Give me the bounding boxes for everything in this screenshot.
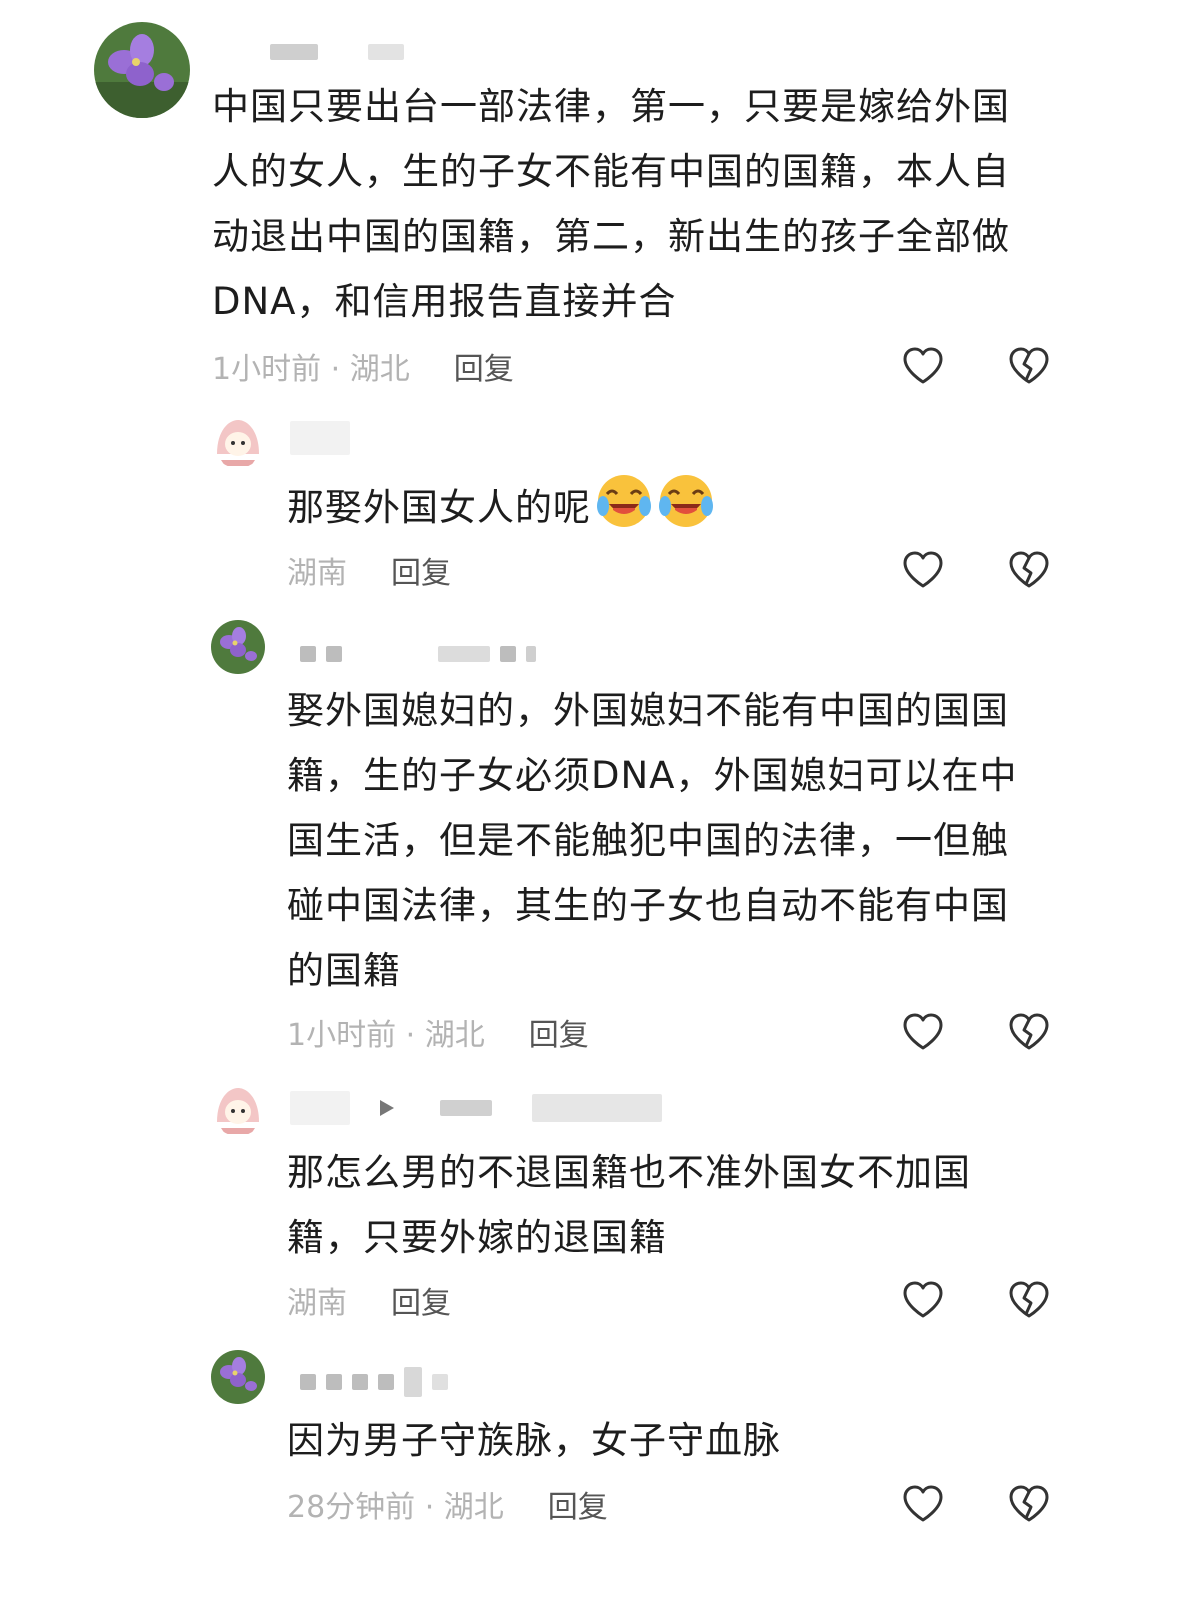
comment-line: 那娶外国女人的呢 <box>287 486 591 529</box>
broken-heart-icon[interactable] <box>1007 344 1051 388</box>
comment-meta: 1小时前 · 湖北 回复 <box>287 1010 589 1054</box>
comment-line: 碰中国法律，其生的子女也自动不能有中国 <box>287 884 1009 927</box>
tears-of-joy-emoji-icon <box>659 475 713 527</box>
anime-avatar-icon <box>211 1082 265 1136</box>
username-redacted[interactable] <box>290 421 350 455</box>
comment-line: 籍，只要外嫁的退国籍 <box>287 1216 667 1259</box>
comment-text: 因为男子守族脉，女子守血脉 <box>287 1408 1047 1473</box>
reply-button[interactable]: 回复 <box>391 1278 451 1322</box>
username-redacted[interactable] <box>300 1367 448 1397</box>
timestamp-location: 1小时前 · 湖北 <box>287 1018 485 1053</box>
reply-button[interactable]: 回复 <box>391 548 451 592</box>
comment-meta: 1小时前 · 湖北 回复 <box>212 344 514 388</box>
flower-avatar-icon <box>211 620 265 674</box>
avatar-anime[interactable] <box>211 414 265 468</box>
comment-line: 中国只要出台一部法律，第一，只要是嫁给外国 <box>212 85 1010 128</box>
comment-line: 动退出中国的国籍，第二，新出生的孩子全部做 <box>212 215 1010 258</box>
timestamp-location: 1小时前 · 湖北 <box>212 352 410 387</box>
comment-line: 人的女人，生的子女不能有中国的国籍，本人自 <box>212 150 1010 193</box>
reply-button[interactable]: 回复 <box>454 344 514 388</box>
avatar-flower[interactable] <box>211 1350 265 1404</box>
comment-line: 的国籍 <box>287 949 401 992</box>
location: 湖南 <box>287 1286 347 1321</box>
reply-4: 因为男子守族脉，女子守血脉 28分钟前 · 湖北 回复 <box>0 1340 1178 1607</box>
reply-button[interactable]: 回复 <box>548 1482 608 1526</box>
flower-avatar-icon <box>94 22 190 118</box>
comment-line: 国生活，但是不能触犯中国的法律，一但触 <box>287 819 1009 862</box>
broken-heart-icon[interactable] <box>1007 548 1051 592</box>
username-redacted[interactable] <box>290 1091 662 1125</box>
comment-meta: 湖南 回复 <box>287 1278 451 1322</box>
reply-2: 娶外国媳妇的，外国媳妇不能有中国的国国 籍，生的子女必须DNA，外国媳妇可以在中… <box>0 610 1178 1070</box>
timestamp-location: 28分钟前 · 湖北 <box>287 1490 504 1525</box>
comment-line: 娶外国媳妇的，外国媳妇不能有中国的国国 <box>287 689 1009 732</box>
comment-line: DNA，和信用报告直接并合 <box>212 280 677 323</box>
comment-text: 那娶外国女人的呢 <box>287 472 1047 540</box>
heart-outline-icon[interactable] <box>901 1010 945 1054</box>
heart-outline-icon[interactable] <box>901 548 945 592</box>
reply-3: 那怎么男的不退国籍也不准外国女不加国 籍，只要外嫁的退国籍 湖南 回复 <box>0 1070 1178 1340</box>
comment-line: 籍，生的子女必须DNA，外国媳妇可以在中 <box>287 754 1018 797</box>
username-redacted[interactable] <box>300 642 536 666</box>
comment-meta: 湖南 回复 <box>287 548 451 592</box>
comment-1: 中国只要出台一部法律，第一，只要是嫁给外国 人的女人，生的子女不能有中国的国籍，… <box>0 0 1178 400</box>
heart-outline-icon[interactable] <box>901 344 945 388</box>
comment-line: 因为男子守族脉，女子守血脉 <box>287 1419 781 1462</box>
avatar-flower[interactable] <box>211 620 265 674</box>
comment-text: 中国只要出台一部法律，第一，只要是嫁给外国 人的女人，生的子女不能有中国的国籍，… <box>212 74 1052 334</box>
reply-1: 那娶外国女人的呢 湖南 回复 <box>0 400 1178 610</box>
comment-text: 娶外国媳妇的，外国媳妇不能有中国的国国 籍，生的子女必须DNA，外国媳妇可以在中… <box>287 678 1047 1003</box>
avatar-flower[interactable] <box>94 22 190 118</box>
broken-heart-icon[interactable] <box>1007 1482 1051 1526</box>
tears-of-joy-emoji-icon <box>597 475 651 527</box>
avatar-anime[interactable] <box>211 1082 265 1136</box>
anime-avatar-icon <box>211 414 265 468</box>
broken-heart-icon[interactable] <box>1007 1278 1051 1322</box>
comment-line: 那怎么男的不退国籍也不准外国女不加国 <box>287 1151 971 1194</box>
comment-text: 那怎么男的不退国籍也不准外国女不加国 籍，只要外嫁的退国籍 <box>287 1140 1047 1270</box>
heart-outline-icon[interactable] <box>901 1278 945 1322</box>
reply-button[interactable]: 回复 <box>529 1010 589 1054</box>
location: 湖南 <box>287 556 347 591</box>
reply-arrow-icon <box>380 1100 394 1116</box>
comment-meta: 28分钟前 · 湖北 回复 <box>287 1482 608 1526</box>
broken-heart-icon[interactable] <box>1007 1010 1051 1054</box>
heart-outline-icon[interactable] <box>901 1482 945 1526</box>
username-redacted[interactable] <box>270 40 404 64</box>
flower-avatar-icon <box>211 1350 265 1404</box>
